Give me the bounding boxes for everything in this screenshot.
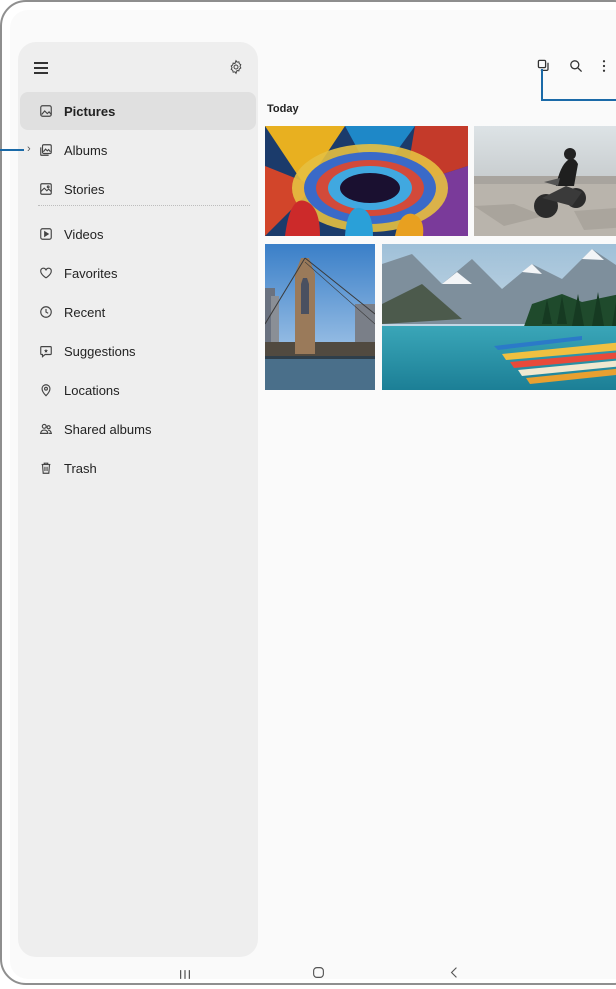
photo-stained-glass[interactable] xyxy=(265,126,468,236)
sidebar-item-label: Favorites xyxy=(64,265,118,281)
photo-mountain-lake[interactable] xyxy=(382,244,616,390)
back-icon[interactable] xyxy=(449,966,459,983)
sidebar-item-label: Locations xyxy=(64,382,120,398)
sidebar-item-pictures[interactable]: Pictures xyxy=(20,92,256,130)
sidebar-item-label: Pictures xyxy=(64,103,116,119)
suggestions-icon xyxy=(38,343,54,359)
sidebar-item-albums[interactable]: Albums xyxy=(20,131,256,169)
sidebar-item-stories[interactable]: Stories xyxy=(20,170,256,208)
sidebar-item-favorites[interactable]: Favorites xyxy=(20,254,256,292)
photo-bridge[interactable] xyxy=(265,244,375,390)
select-icon[interactable] xyxy=(534,56,554,76)
sidebar-item-suggestions[interactable]: Suggestions xyxy=(20,332,256,370)
albums-icon xyxy=(38,142,54,158)
trash-icon xyxy=(38,460,54,476)
sidebar-item-videos[interactable]: Videos xyxy=(20,215,256,253)
video-icon xyxy=(38,226,54,242)
sidebar-drawer: Pictures Albums Stories Videos Favorites… xyxy=(18,42,258,957)
callout-line-select-horizontal xyxy=(541,99,616,101)
sidebar-item-shared-albums[interactable]: Shared albums xyxy=(20,410,256,448)
recent-apps-icon[interactable] xyxy=(178,967,192,983)
photo-motorcycle[interactable] xyxy=(474,126,616,236)
sidebar-header xyxy=(18,56,258,86)
sidebar-item-label: Trash xyxy=(64,460,97,476)
sidebar-item-recent[interactable]: Recent xyxy=(20,293,256,331)
stories-icon xyxy=(38,181,54,197)
sidebar-item-label: Albums xyxy=(64,142,108,158)
sidebar-item-label: Stories xyxy=(64,181,105,197)
section-header-today: Today xyxy=(267,103,299,115)
sidebar-item-label: Shared albums xyxy=(64,421,152,437)
home-icon[interactable] xyxy=(312,966,325,983)
search-icon[interactable] xyxy=(566,56,586,76)
callout-line-select-vertical xyxy=(541,69,543,100)
chevron-right-icon: › xyxy=(27,143,31,155)
sidebar-item-trash[interactable]: Trash xyxy=(20,449,256,487)
sidebar-item-label: Videos xyxy=(64,226,104,242)
picture-icon xyxy=(38,103,54,119)
tablet-frame: Pictures Albums Stories Videos Favorites… xyxy=(0,0,616,985)
more-options-icon[interactable] xyxy=(594,56,614,76)
callout-line-albums xyxy=(0,149,24,151)
heart-icon xyxy=(38,265,54,281)
sidebar-item-label: Recent xyxy=(64,304,106,320)
gear-icon[interactable] xyxy=(228,59,246,77)
clock-icon xyxy=(38,304,54,320)
sidebar-divider xyxy=(38,205,250,206)
location-pin-icon xyxy=(38,382,54,398)
menu-icon[interactable] xyxy=(34,62,48,74)
gallery-screen: Pictures Albums Stories Videos Favorites… xyxy=(10,10,616,979)
people-icon xyxy=(38,421,54,437)
sidebar-item-locations[interactable]: Locations xyxy=(20,371,256,409)
sidebar-item-label: Suggestions xyxy=(64,343,136,359)
